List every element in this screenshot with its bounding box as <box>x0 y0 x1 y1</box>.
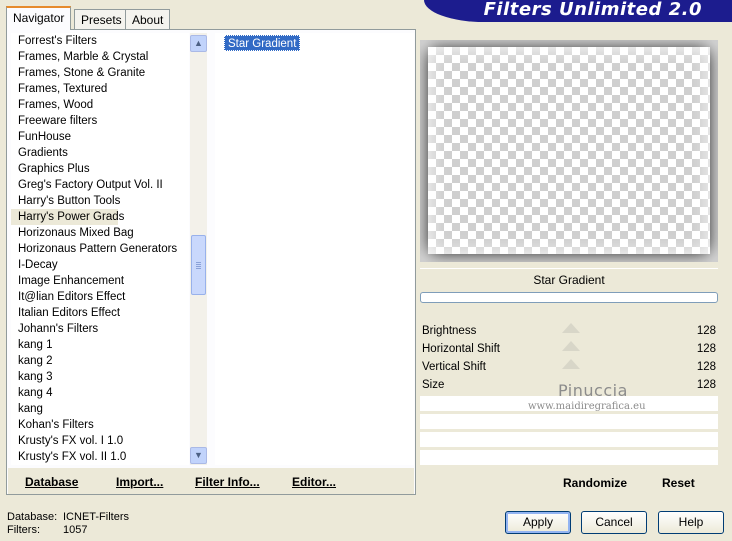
category-item[interactable]: kang 1 <box>11 337 189 353</box>
category-item[interactable]: kang 3 <box>11 369 189 385</box>
category-scrollbar[interactable]: ▲ ▼ <box>190 33 207 465</box>
slider-value: 128 <box>696 361 716 373</box>
category-item[interactable]: Freeware filters <box>11 113 189 129</box>
category-item[interactable]: Frames, Stone & Granite <box>11 65 189 81</box>
category-item[interactable]: Frames, Textured <box>11 81 189 97</box>
tab-navigator[interactable]: Navigator <box>6 6 72 30</box>
category-item[interactable]: kang 2 <box>11 353 189 369</box>
slider-thumb-icon[interactable] <box>562 359 580 369</box>
slider-label: Brightness <box>422 325 477 337</box>
slider-label: Size <box>422 379 445 391</box>
category-item[interactable]: Harry's Power Grads <box>11 209 124 225</box>
app-title: Filters Unlimited 2.0 <box>483 0 702 20</box>
category-item[interactable]: Krusty's FX vol. I 1.0 <box>11 433 189 449</box>
category-item[interactable]: It@lian Editors Effect <box>11 289 189 305</box>
watermark-url: www.maidiregrafica.eu <box>528 401 646 412</box>
scroll-thumb[interactable] <box>191 235 206 295</box>
category-item[interactable]: Graphics Plus <box>11 161 189 177</box>
slider-label: Horizontal Shift <box>422 343 500 355</box>
navigator-button-bar: Database Import... Filter Info... Editor… <box>8 468 414 494</box>
editor-button[interactable]: Editor... <box>292 475 336 489</box>
category-item[interactable]: Gradients <box>11 145 189 161</box>
category-item[interactable]: Italian Editors Effect <box>11 305 189 321</box>
filter-info-button[interactable]: Filter Info... <box>195 475 260 489</box>
category-item[interactable]: Greg's Factory Output Vol. II <box>11 177 189 193</box>
slider-value: 128 <box>696 379 716 391</box>
empty-slider-slot <box>420 432 718 448</box>
category-item[interactable]: Harry's Button Tools <box>11 193 189 209</box>
selected-filter-name: Star Gradient <box>420 268 718 290</box>
filter-list[interactable]: Star Gradient <box>215 33 414 465</box>
scroll-down-icon[interactable]: ▼ <box>190 447 207 464</box>
preview-image <box>428 47 710 254</box>
category-item[interactable]: kang <box>11 401 189 417</box>
slider-horizontal-shift[interactable]: Horizontal Shift 128 <box>420 341 718 359</box>
import-button[interactable]: Import... <box>116 475 163 489</box>
category-item[interactable]: Image Enhancement <box>11 273 189 289</box>
slider-thumb-icon[interactable] <box>562 341 580 351</box>
category-item[interactable]: I-Decay <box>11 257 189 273</box>
category-list[interactable]: Forrest's Filters Frames, Marble & Crysta… <box>11 33 189 465</box>
category-item[interactable]: kang 4 <box>11 385 189 401</box>
database-label: Database: <box>7 511 58 523</box>
database-button[interactable]: Database <box>25 475 78 489</box>
empty-slider-slot <box>420 450 718 466</box>
slider-label: Vertical Shift <box>422 361 486 373</box>
slider-value: 128 <box>696 325 716 337</box>
banner: Filters Unlimited 2.0 <box>424 0 732 22</box>
category-item[interactable]: Frames, Wood <box>11 97 189 113</box>
category-item[interactable]: Forrest's Filters <box>11 33 189 49</box>
progress-bar <box>420 292 718 303</box>
database-value: ICNET-Filters <box>63 511 129 523</box>
slider-vertical-shift[interactable]: Vertical Shift 128 <box>420 359 718 377</box>
slider-brightness[interactable]: Brightness 128 <box>420 323 718 341</box>
category-item[interactable]: Krusty's FX vol. II 1.0 <box>11 449 189 465</box>
reset-button[interactable]: Reset <box>662 476 695 490</box>
slider-value: 128 <box>696 343 716 355</box>
category-item[interactable]: Horizonaus Mixed Bag <box>11 225 189 241</box>
category-item[interactable]: FunHouse <box>11 129 189 145</box>
empty-slider-slot <box>420 414 718 430</box>
filters-count-value: 1057 <box>63 524 88 536</box>
category-item[interactable]: Frames, Marble & Crystal <box>11 49 189 65</box>
category-item[interactable]: Kohan's Filters <box>11 417 189 433</box>
apply-button[interactable]: Apply <box>505 511 571 534</box>
filter-item-selected[interactable]: Star Gradient <box>224 35 301 51</box>
cancel-button[interactable]: Cancel <box>581 511 647 534</box>
randomize-button[interactable]: Randomize <box>563 476 627 490</box>
help-button[interactable]: Help <box>658 511 724 534</box>
slider-thumb-icon[interactable] <box>562 323 580 333</box>
tab-about[interactable]: About <box>125 9 171 29</box>
scroll-up-icon[interactable]: ▲ <box>190 35 207 52</box>
category-item[interactable]: Johann's Filters <box>11 321 189 337</box>
watermark-name: Pinuccia <box>558 381 628 400</box>
filters-count-label: Filters: <box>7 524 40 536</box>
tab-presets[interactable]: Presets <box>74 9 129 29</box>
category-item[interactable]: Horizonaus Pattern Generators <box>11 241 189 257</box>
